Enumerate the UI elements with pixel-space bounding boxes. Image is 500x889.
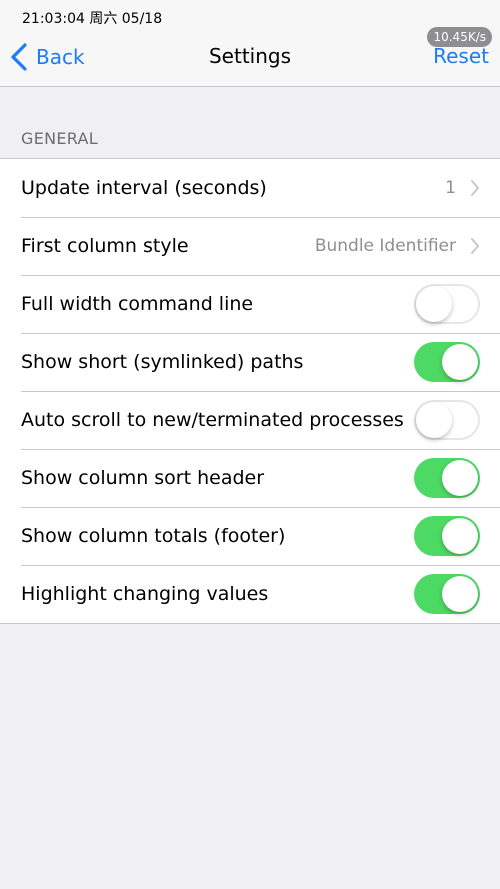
setting-label: Show column totals (footer) xyxy=(21,525,286,547)
section-header-general: GENERAL xyxy=(21,129,99,148)
setting-label: Update interval (seconds) xyxy=(21,177,267,199)
toggle-switch[interactable] xyxy=(414,342,480,382)
toggle-knob xyxy=(442,460,478,496)
toggle-knob xyxy=(442,518,478,554)
setting-row-update-interval[interactable]: Update interval (seconds) 1 xyxy=(0,159,500,217)
status-bar: 21:03:04 周六 05/18 xyxy=(0,0,500,32)
setting-row-auto-scroll: Auto scroll to new/terminated processes xyxy=(0,391,500,449)
toggle-knob xyxy=(442,344,478,380)
toggle-switch[interactable] xyxy=(414,458,480,498)
setting-row-column-sort-header: Show column sort header xyxy=(0,449,500,507)
network-speed-badge: 10.45K/s xyxy=(427,27,492,47)
setting-label: Highlight changing values xyxy=(21,583,269,605)
page-title: Settings xyxy=(208,44,292,68)
setting-label: Show column sort header xyxy=(21,467,265,489)
navigation-bar: Back Settings Reset xyxy=(0,32,500,87)
setting-row-show-short-paths: Show short (symlinked) paths xyxy=(0,333,500,391)
setting-value: Bundle Identifier xyxy=(314,236,456,256)
status-time: 21:03:04 周六 05/18 xyxy=(22,11,163,27)
toggle-switch[interactable] xyxy=(414,574,480,614)
setting-label: Auto scroll to new/terminated processes xyxy=(21,409,404,431)
setting-row-highlight-changes: Highlight changing values xyxy=(0,565,500,623)
toggle-switch[interactable] xyxy=(414,516,480,556)
chevron-right-icon xyxy=(471,180,479,196)
reset-button[interactable]: Reset xyxy=(433,44,489,68)
setting-value: 1 xyxy=(445,178,456,198)
toggle-knob xyxy=(442,576,478,612)
setting-row-column-totals: Show column totals (footer) xyxy=(0,507,500,565)
settings-list: Update interval (seconds) 1 First column… xyxy=(0,158,500,624)
setting-label: First column style xyxy=(21,235,189,257)
toggle-knob xyxy=(416,402,452,438)
chevron-right-icon xyxy=(471,238,479,254)
setting-label: Full width command line xyxy=(21,293,254,315)
setting-label: Show short (symlinked) paths xyxy=(21,351,304,373)
toggle-switch[interactable] xyxy=(414,400,480,440)
toggle-switch[interactable] xyxy=(414,284,480,324)
toggle-knob xyxy=(416,286,452,322)
setting-row-full-width-command-line: Full width command line xyxy=(0,275,500,333)
setting-row-first-column-style[interactable]: First column style Bundle Identifier xyxy=(0,217,500,275)
